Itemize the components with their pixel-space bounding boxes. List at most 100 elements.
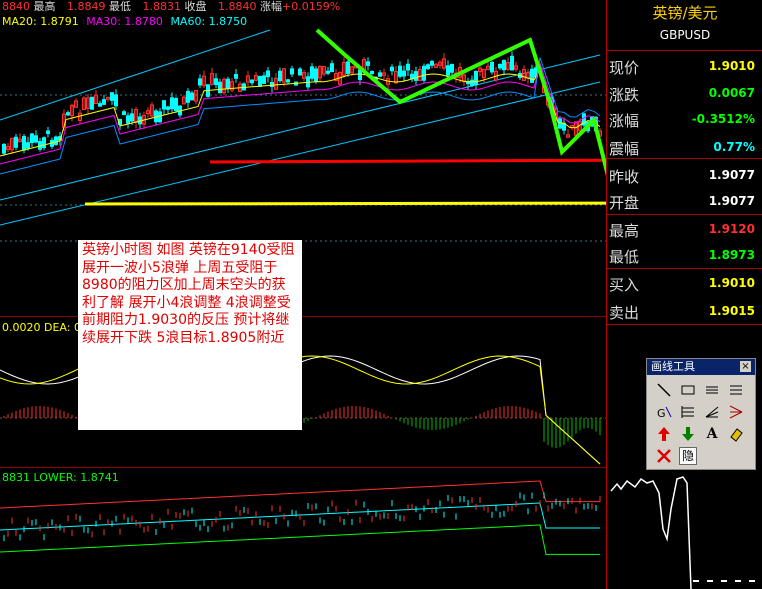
candle-body xyxy=(34,135,38,143)
quote-label: 涨跌 xyxy=(609,86,640,104)
candle-body xyxy=(298,68,302,76)
candle-body xyxy=(266,70,270,78)
quote-value: 0.0067 xyxy=(708,86,755,100)
symbol-name: 英镑/美元 xyxy=(652,4,718,22)
up-arrow-icon[interactable] xyxy=(655,425,673,443)
candle-body xyxy=(446,65,450,76)
candle-body xyxy=(330,63,334,73)
candle-body xyxy=(174,98,178,112)
rect-tool-icon[interactable] xyxy=(679,381,697,399)
candle-body xyxy=(250,79,254,84)
hide-icon[interactable]: 隐 xyxy=(679,447,697,465)
ma30-value: MA30: 1.8780 xyxy=(86,15,163,28)
ma20-value: MA20: 1.8791 xyxy=(2,15,79,28)
change-value: +0.0159% xyxy=(282,0,341,13)
close-button[interactable]: × xyxy=(740,361,751,372)
candle-body xyxy=(398,65,402,77)
candle-body xyxy=(214,78,218,86)
quote-value: 0.77% xyxy=(713,140,755,154)
candle-body xyxy=(2,144,6,154)
high-label: 最高 xyxy=(33,0,56,13)
quote-value: 1.9010 xyxy=(708,276,755,290)
candle-body xyxy=(162,100,166,110)
candle-body xyxy=(114,94,118,107)
candle-body xyxy=(54,136,58,145)
candle-body xyxy=(558,118,562,129)
quote-row: 最高 1.9120 xyxy=(607,216,762,242)
eraser-icon[interactable] xyxy=(727,425,745,443)
candle-body xyxy=(366,61,370,66)
quote-label: 涨幅 xyxy=(609,112,640,130)
candle-body xyxy=(530,68,534,83)
quote-label: 昨收 xyxy=(609,168,640,186)
candle-body xyxy=(102,99,106,105)
candle-body xyxy=(490,61,494,73)
quote-label: 最高 xyxy=(609,222,640,240)
candle-body xyxy=(190,92,194,101)
channel-tool-icon[interactable] xyxy=(727,381,745,399)
boll-band-line xyxy=(0,480,600,509)
ohlc-info-bar: 8840 最高 1.8849 最低 1.8831 收盘 1.8840 涨幅+0.… xyxy=(2,0,340,14)
candle-body xyxy=(170,97,174,110)
candle-body xyxy=(98,103,102,107)
quote-value: 1.9120 xyxy=(708,222,755,236)
candle-body xyxy=(326,70,330,74)
quote-row: 现价 1.9010 xyxy=(607,53,762,79)
candle-body xyxy=(26,142,30,149)
quote-row: 昨收 1.9077 xyxy=(607,162,762,188)
quote-label: 现价 xyxy=(609,59,640,77)
pane-separator xyxy=(0,467,606,468)
low-label: 最低 xyxy=(109,0,131,13)
quote-row: 最低 1.8973 xyxy=(607,242,762,268)
candle-body xyxy=(198,78,202,86)
candle-body xyxy=(406,63,410,71)
mini-tick-chart xyxy=(610,476,762,589)
quote-panel: 英镑/美元 GBPUSD 现价 1.9010 涨跌 0.0067 涨幅 -0.3512% 震… xyxy=(606,0,762,589)
quote-label: 震幅 xyxy=(609,140,640,158)
low-value: 1.8831 xyxy=(142,0,182,13)
quote-label: 买入 xyxy=(609,276,640,294)
candle-body xyxy=(390,66,394,72)
fan-tool-icon[interactable] xyxy=(727,403,745,421)
candle-body xyxy=(310,66,314,79)
quote-row: 涨幅 -0.3512% xyxy=(607,106,762,132)
parallel-tool-icon[interactable] xyxy=(703,381,721,399)
candle-body xyxy=(46,130,50,135)
quote-row: 涨跌 0.0067 xyxy=(607,80,762,106)
fib-tool-icon[interactable] xyxy=(679,403,697,421)
gann-tool-icon[interactable]: G xyxy=(655,403,673,421)
drawing-tools-title[interactable]: 画线工具 xyxy=(647,359,755,375)
target-line xyxy=(84,201,606,206)
high-value: 1.8849 xyxy=(67,0,106,13)
candle-body xyxy=(158,111,162,123)
quote-value: 1.9077 xyxy=(708,168,755,182)
quote-value: 1.8973 xyxy=(708,248,755,262)
candle-body xyxy=(126,115,130,124)
candle-body xyxy=(498,63,502,69)
support-line xyxy=(209,158,606,164)
candle-body xyxy=(474,70,478,85)
quote-row: 开盘 1.9077 xyxy=(607,188,762,214)
boll-info: 8831 LOWER: 1.8741 xyxy=(2,471,119,484)
candle-body xyxy=(262,75,266,84)
drawing-tools-window[interactable]: 画线工具 × G A 隐 xyxy=(646,358,756,470)
down-arrow-icon[interactable] xyxy=(679,425,697,443)
quote-row: 震幅 0.77% xyxy=(607,134,762,160)
candle-body xyxy=(14,136,18,148)
candle-body xyxy=(346,61,350,74)
quote-row: 卖出 1.9015 xyxy=(607,298,762,324)
speed-tool-icon[interactable] xyxy=(703,403,721,421)
analysis-note[interactable]: 英镑小时图 如图 英镑在9140受阻 展开一波小5浪弹 上周五受阻于8980的阻… xyxy=(78,240,302,430)
delete-icon[interactable] xyxy=(655,447,673,465)
svg-text:G: G xyxy=(657,407,666,420)
candle-body xyxy=(426,64,430,70)
candle-body xyxy=(218,81,222,94)
candle-body xyxy=(270,81,274,87)
candle-body xyxy=(286,79,290,83)
text-tool-icon[interactable]: A xyxy=(703,425,721,443)
line-tool-icon[interactable] xyxy=(655,381,673,399)
close-label: 收盘 xyxy=(184,0,207,13)
candle-body xyxy=(130,113,134,122)
candle-body xyxy=(122,111,126,116)
candle-body xyxy=(234,73,238,79)
